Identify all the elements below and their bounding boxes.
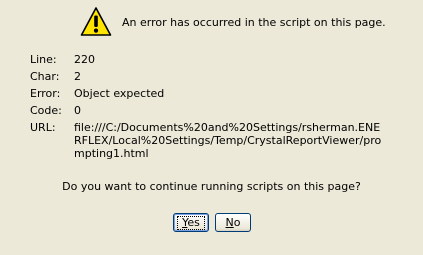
script-error-dialog: An error has occurred in the script on t… xyxy=(0,0,423,255)
code-label: Code: xyxy=(30,104,62,117)
error-label: Error: xyxy=(30,87,61,100)
url-label: URL: xyxy=(30,121,56,134)
yes-button[interactable]: Yes xyxy=(173,213,209,232)
yes-label-rest: es xyxy=(187,215,200,229)
continue-question: Do you want to continue running scripts … xyxy=(62,180,361,193)
url-value: file:///C:/Documents%20and%20Settings/rs… xyxy=(74,121,382,160)
char-value: 2 xyxy=(74,70,81,83)
code-value: 0 xyxy=(74,104,81,117)
line-label: Line: xyxy=(30,53,57,66)
char-label: Char: xyxy=(30,70,60,83)
no-button[interactable]: No xyxy=(215,213,251,232)
error-headline: An error has occurred in the script on t… xyxy=(122,16,386,29)
warning-icon xyxy=(80,7,112,36)
no-label-rest: o xyxy=(233,216,241,229)
line-value: 220 xyxy=(74,53,95,66)
error-value: Object expected xyxy=(74,87,165,100)
yes-button-label: Yes xyxy=(177,215,205,230)
no-mnemonic: N xyxy=(225,216,234,229)
no-button-label: No xyxy=(226,216,241,229)
